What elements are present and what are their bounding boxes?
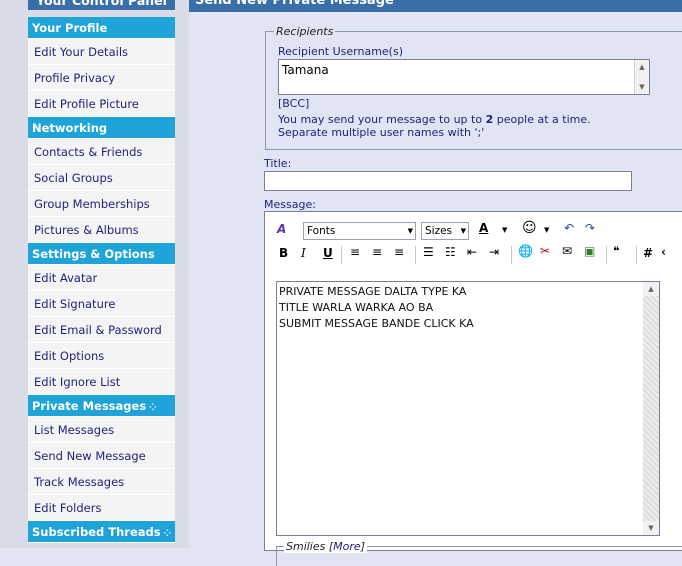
code-hash-button[interactable]: # (643, 246, 653, 260)
help-text: Separate multiple user names with ';' (278, 126, 485, 139)
section-title: Networking (32, 121, 108, 135)
message-scrollbar[interactable]: ▲ ▼ (643, 282, 659, 535)
nav-contacts-friends[interactable]: Contacts & Friends (28, 139, 175, 165)
nav-edit-ignore-list[interactable]: Edit Ignore List (28, 369, 175, 395)
ordered-list-icon[interactable]: ☰ (423, 245, 434, 259)
remove-link-icon[interactable]: ✂ (540, 244, 550, 258)
italic-button[interactable]: I (301, 246, 306, 260)
underline-button[interactable]: U (323, 246, 333, 260)
editor-toolbar: A Fonts ▼ Sizes ▼ A ▼ ☺ ▼ ↶ ↷ B I U ≡ ≡ ≡ … (265, 212, 682, 276)
nav-pictures-albums[interactable]: Pictures & Albums (28, 217, 175, 243)
collapse-arrows-icon[interactable]: ⁘ (149, 403, 156, 413)
bcc-link[interactable]: [BCC] (278, 97, 309, 110)
toolbar-separator (636, 246, 637, 264)
section-networking[interactable]: Networking (28, 117, 175, 139)
nav-group-memberships[interactable]: Group Memberships (28, 191, 175, 217)
smilies-legend-text: Smilies (286, 540, 326, 553)
chevron-down-icon[interactable]: ▼ (544, 226, 549, 234)
scroll-up-icon[interactable]: ▲ (643, 282, 659, 296)
section-title: Subscribed Threads (32, 525, 161, 539)
align-center-icon[interactable]: ≡ (372, 245, 382, 259)
message-editor: A Fonts ▼ Sizes ▼ A ▼ ☺ ▼ ↶ ↷ B I U ≡ ≡ ≡ … (264, 211, 682, 566)
unordered-list-icon[interactable]: ☷ (445, 245, 456, 259)
help-text: people at a time. (493, 113, 591, 126)
nav-send-new-message[interactable]: Send New Message (28, 443, 175, 469)
nav-profile-privacy[interactable]: Profile Privacy (28, 65, 175, 91)
section-title: Settings & Options (32, 247, 155, 261)
recipient-scrollbar[interactable]: ▲ ▼ (634, 60, 649, 94)
scroll-up-icon[interactable]: ▲ (635, 60, 649, 74)
nav-track-messages[interactable]: Track Messages (28, 469, 175, 495)
send-message-form: Recipients Recipient Username(s) Tamana … (189, 12, 682, 566)
toolbar-separator (341, 246, 342, 264)
nav-edit-avatar[interactable]: Edit Avatar (28, 265, 175, 291)
insert-image-icon[interactable]: ▣ (584, 244, 595, 258)
align-right-icon[interactable]: ≡ (394, 245, 404, 259)
control-panel-title: Your Control Panel (28, 0, 175, 10)
chevron-down-icon: ▼ (460, 227, 466, 235)
font-select[interactable]: Fonts ▼ (303, 222, 416, 240)
recipient-username-value: Tamana (282, 63, 329, 77)
nav-edit-folders[interactable]: Edit Folders (28, 495, 175, 521)
help-text: You may send your message to up to (278, 113, 486, 126)
insert-email-icon[interactable]: ✉ (562, 244, 572, 258)
insert-link-icon[interactable]: 🌐 (518, 244, 533, 258)
control-panel-sidebar: Your Control Panel Your Profile Edit You… (0, 0, 189, 548)
undo-icon[interactable]: ↶ (564, 221, 574, 235)
recipients-legend: Recipients (274, 25, 336, 38)
smiley-icon[interactable]: ☺ (522, 220, 537, 236)
nav-edit-signature[interactable]: Edit Signature (28, 291, 175, 317)
recipients-help: You may send your message to up to 2 peo… (278, 113, 591, 139)
message-label: Message: (264, 198, 316, 211)
toolbar-separator (511, 246, 512, 264)
nav-social-groups[interactable]: Social Groups (28, 165, 175, 191)
html-code-icon[interactable]: ‹ (661, 245, 666, 259)
section-title: Your Profile (32, 21, 108, 35)
chevron-down-icon: ▼ (407, 227, 413, 235)
size-select-value: Sizes (425, 225, 453, 237)
text-color-icon[interactable]: A (479, 221, 488, 235)
outdent-icon[interactable]: ⇤ (467, 245, 477, 259)
font-select-value: Fonts (307, 225, 336, 237)
scroll-down-icon[interactable]: ▼ (643, 521, 659, 535)
message-body-text: PRIVATE MESSAGE DALTA TYPE KA TITLE WARL… (279, 285, 474, 330)
title-label: Title: (264, 157, 292, 170)
section-title: Private Messages (32, 399, 147, 413)
section-subscribed-threads[interactable]: Subscribed Threads ⁘ (28, 521, 175, 543)
indent-icon[interactable]: ⇥ (489, 245, 499, 259)
align-left-icon[interactable]: ≡ (350, 245, 360, 259)
size-select[interactable]: Sizes ▼ (421, 222, 469, 240)
nav-edit-email-password[interactable]: Edit Email & Password (28, 317, 175, 343)
nav-edit-profile-picture[interactable]: Edit Profile Picture (28, 91, 175, 117)
collapse-arrows-icon[interactable]: ⁘ (164, 529, 171, 539)
page-title: Send New Private Message (189, 0, 682, 12)
control-panel-nav: Your Profile Edit Your Details Profile P… (28, 17, 175, 543)
smilies-more-link[interactable]: More (333, 540, 361, 553)
section-your-profile[interactable]: Your Profile (28, 17, 175, 39)
scroll-down-icon[interactable]: ▼ (635, 80, 649, 94)
bold-button[interactable]: B (279, 246, 288, 260)
section-settings-options[interactable]: Settings & Options (28, 243, 175, 265)
recipient-username-label: Recipient Username(s) (278, 45, 403, 58)
nav-list-messages[interactable]: List Messages (28, 417, 175, 443)
redo-icon[interactable]: ↷ (585, 221, 595, 235)
nav-edit-options[interactable]: Edit Options (28, 343, 175, 369)
smilies-legend: Smilies [More] (284, 540, 367, 553)
remove-format-icon[interactable]: A (277, 222, 286, 236)
recipient-username-input[interactable]: Tamana ▲ ▼ (278, 59, 650, 95)
section-private-messages[interactable]: Private Messages ⁘ (28, 395, 175, 417)
message-textarea[interactable]: PRIVATE MESSAGE DALTA TYPE KA TITLE WARL… (276, 281, 660, 536)
title-input[interactable] (264, 171, 632, 191)
quote-icon[interactable]: ❝ (613, 244, 619, 258)
nav-edit-your-details[interactable]: Edit Your Details (28, 39, 175, 65)
toolbar-separator (415, 246, 416, 264)
chevron-down-icon[interactable]: ▼ (502, 226, 507, 234)
toolbar-separator (606, 246, 607, 264)
